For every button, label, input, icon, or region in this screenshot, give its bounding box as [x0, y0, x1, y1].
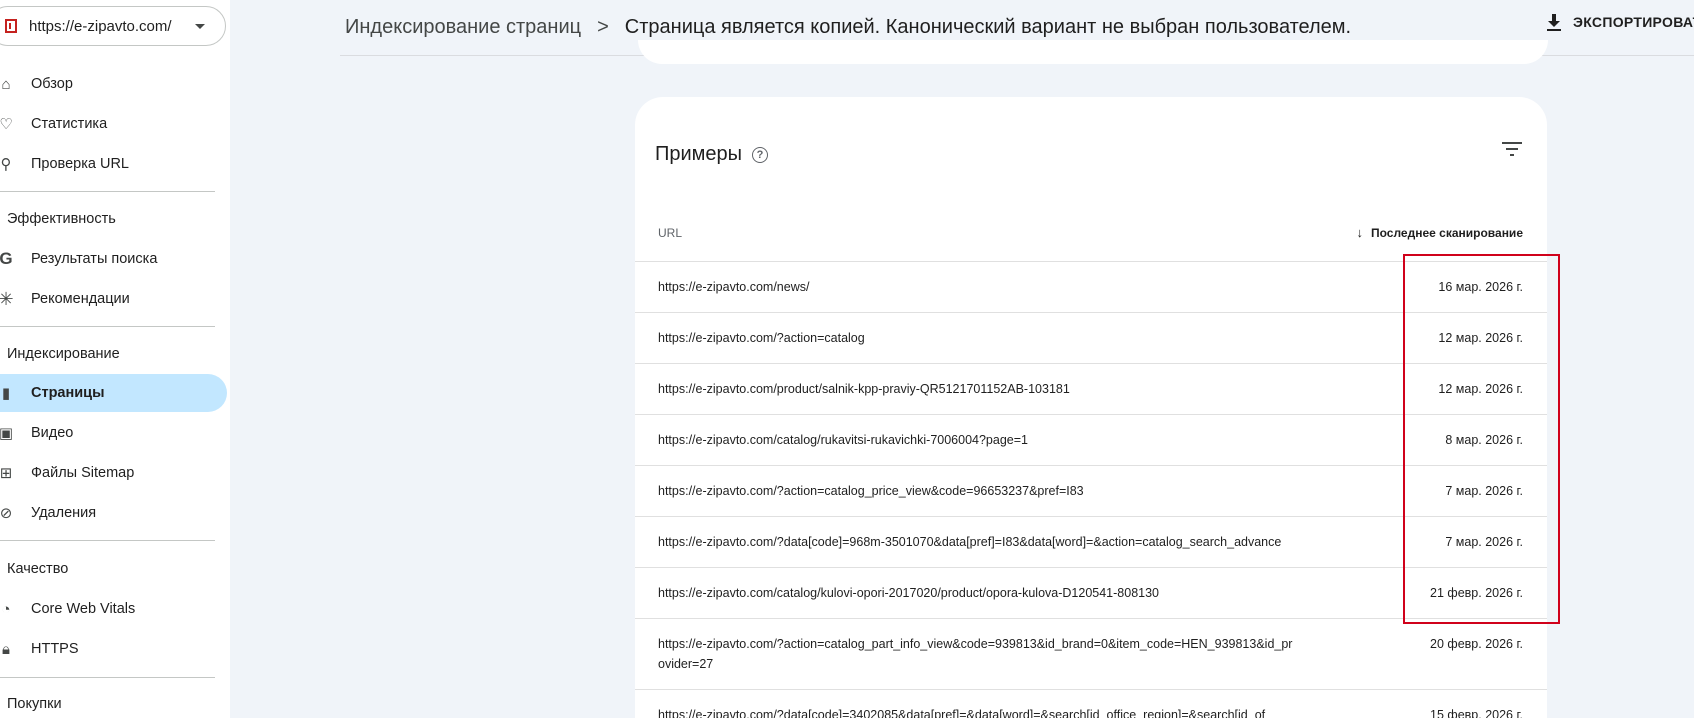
sidebar-item-label: Проверка URL	[31, 156, 129, 172]
google-icon: G	[0, 249, 13, 268]
sidebar-item-label: Статистика	[31, 116, 108, 132]
sidebar-item-label: Видео	[31, 425, 74, 441]
divider	[0, 540, 215, 541]
row-date: 20 февр. 2026 г.	[1430, 637, 1523, 651]
annotation-highlight-box	[1403, 254, 1560, 624]
page-icon: ▮	[1, 385, 11, 402]
sidebar-item-recommendations[interactable]: ✳ Рекомендации	[0, 280, 227, 318]
chevron-down-icon	[195, 23, 205, 29]
sidebar-item-url-inspection[interactable]: ⚲ Проверка URL	[0, 145, 227, 183]
page-title: Страница является копией. Канонический в…	[624, 16, 1352, 38]
sidebar-item-label: Рекомендации	[31, 291, 130, 307]
lock-icon: 🔒︎	[2, 640, 10, 658]
sidebar-item-sitemaps[interactable]: ⊞ Файлы Sitemap	[0, 454, 227, 492]
sidebar-item-video[interactable]: ▣ Видео	[0, 414, 227, 452]
previous-card	[638, 40, 1548, 64]
section-label-quality: Качество	[7, 561, 69, 577]
divider	[0, 677, 215, 678]
row-url: https://e-zipavto.com/?action=catalog_pa…	[658, 637, 1293, 671]
video-icon: ▣	[0, 425, 14, 442]
row-url: https://e-zipavto.com/product/salnik-kpp…	[658, 382, 1070, 396]
section-label-shopping: Покупки	[7, 696, 62, 712]
row-date: 15 февр. 2026 г.	[1430, 708, 1523, 718]
sidebar-item-overview[interactable]: ⌂ Обзор	[0, 65, 227, 103]
row-url: https://e-zipavto.com/catalog/rukavitsi-…	[658, 433, 1028, 447]
property-url: https://e-zipavto.com/	[29, 17, 172, 35]
export-button[interactable]: ЭКСПОРТИРОВАТ	[1547, 14, 1694, 31]
sidebar-item-removals[interactable]: ⊘ Удаления	[0, 494, 227, 532]
help-icon[interactable]: ?	[752, 146, 769, 163]
sidebar-item-label: Результаты поиска	[31, 251, 158, 267]
search-icon: ⚲	[0, 156, 12, 173]
arrow-down-icon: ↓	[1356, 225, 1364, 240]
export-label: ЭКСПОРТИРОВАТ	[1573, 14, 1694, 30]
sidebar-item-stats[interactable]: ♡ Статистика	[0, 105, 227, 143]
filter-icon[interactable]	[1502, 141, 1522, 157]
row-url: https://e-zipavto.com/catalog/kulovi-opo…	[658, 586, 1160, 600]
table-row[interactable]: https://e-zipavto.com/?action=catalog_pa…	[635, 618, 1547, 689]
property-selector[interactable]: https://e-zipavto.com/	[0, 6, 226, 46]
sidebar-item-label: Страницы	[31, 385, 105, 401]
row-url: https://e-zipavto.com/?action=catalog_pr…	[658, 484, 1084, 498]
breadcrumb-separator-icon: >	[597, 16, 609, 38]
sidebar-item-label: Core Web Vitals	[31, 601, 136, 617]
sidebar-item-label: Обзор	[31, 76, 73, 92]
row-url: https://e-zipavto.com/?data[code]=340208…	[658, 708, 1266, 718]
card-title-text: Примеры	[655, 143, 743, 165]
section-label-performance: Эффективность	[7, 211, 116, 227]
sidebar-item-label: Удаления	[31, 505, 97, 521]
column-header-url: URL	[658, 226, 683, 240]
sidebar-item-label: HTTPS	[31, 641, 79, 657]
row-url: https://e-zipavto.com/news/	[658, 280, 810, 294]
breadcrumb-parent[interactable]: Индексирование страниц	[345, 16, 581, 39]
speed-icon: ◔	[1, 600, 11, 618]
sidebar-item-search-results[interactable]: G Результаты поиска	[0, 240, 227, 278]
card-title: Примеры ?	[655, 143, 769, 166]
row-url: https://e-zipavto.com/?action=catalog	[658, 331, 865, 345]
download-icon	[1547, 14, 1561, 31]
home-icon: ⌂	[1, 75, 11, 93]
sidebar-item-label: Файлы Sitemap	[31, 465, 135, 481]
sidebar-item-pages[interactable]: ▮ Страницы	[0, 374, 227, 412]
sidebar: https://e-zipavto.com/ ⌂ Обзор ♡ Статист…	[0, 0, 230, 718]
sidebar-item-core-web-vitals[interactable]: ◔ Core Web Vitals	[0, 590, 227, 628]
divider	[0, 326, 215, 327]
visibility-off-icon: ⊘	[0, 505, 13, 522]
sitemap-icon: ⊞	[0, 465, 13, 482]
column-header-last-crawled[interactable]: ↓ Последнее сканирование	[1357, 225, 1524, 240]
asterisk-icon: ✳	[0, 288, 14, 309]
site-favicon-icon	[5, 19, 17, 33]
section-label-indexing: Индексирование	[7, 346, 120, 362]
lightbulb-icon: ♡	[0, 116, 13, 133]
table-row[interactable]: https://e-zipavto.com/?data[code]=340208…	[635, 689, 1547, 718]
divider	[0, 191, 215, 192]
row-url: https://e-zipavto.com/?data[code]=968m-3…	[658, 535, 1282, 549]
sidebar-item-https[interactable]: 🔒︎ HTTPS	[0, 630, 227, 668]
column-header-label: Последнее сканирование	[1371, 225, 1523, 240]
